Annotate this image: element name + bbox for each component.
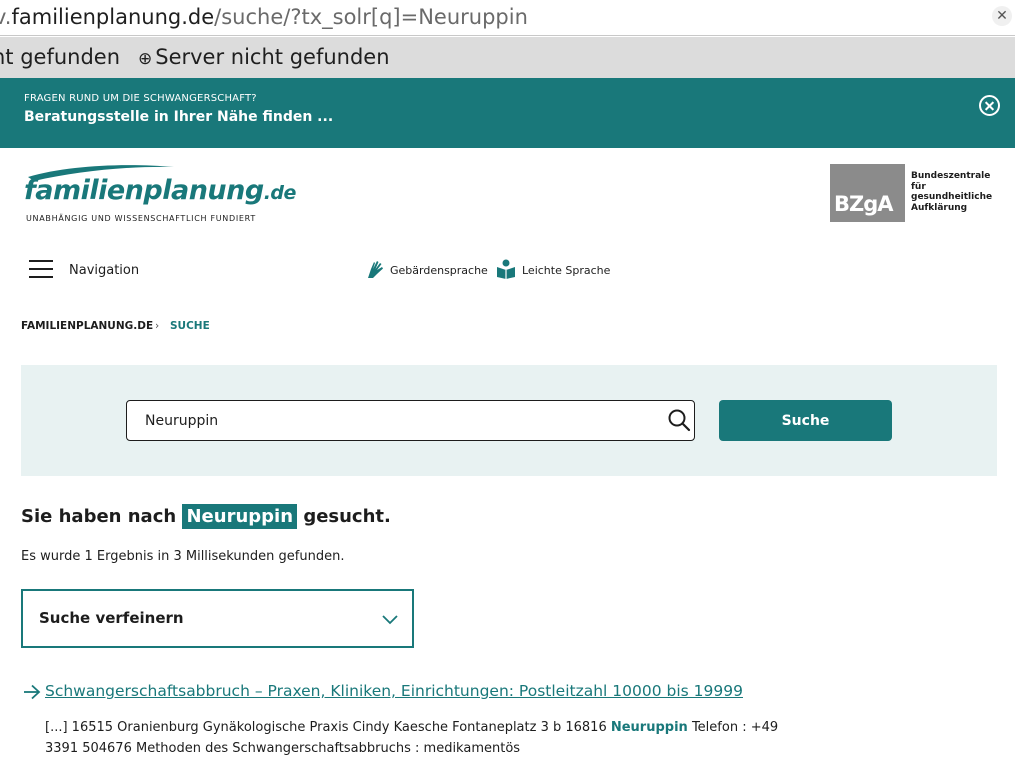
bzga-line: Aufklärung <box>911 202 968 213</box>
bzga-line: Bundeszentrale <box>911 171 991 181</box>
easy-language-icon <box>497 259 515 279</box>
arrow-right-icon <box>24 684 41 700</box>
globe-icon: ⊕ <box>138 49 153 69</box>
banner-question: FRAGEN RUND UM DIE SCHWANGERSCHAFT? <box>24 93 257 104</box>
navigation-button[interactable]: Navigation <box>69 263 139 278</box>
browser-tab-1[interactable]: nt gefunden <box>0 45 120 69</box>
bzga-name: Bundeszentrale für gesundheitliche Aufkl… <box>911 171 992 213</box>
banner-link[interactable]: Beratungsstelle in Ihrer Nähe finden ... <box>24 109 333 125</box>
browser-tab-2[interactable]: ⊕ Server nicht gefunden <box>138 45 390 69</box>
url-host: familienplanung.de <box>11 5 215 29</box>
url-text[interactable]: v.familienplanung.de/suche/?tx_solr[q]=N… <box>0 5 528 29</box>
breadcrumb-current: SUCHE <box>170 320 210 332</box>
breadcrumb-home[interactable]: FAMILIENPLANUNG.DE <box>21 320 153 332</box>
logo-tld: .de <box>263 182 297 204</box>
snippet-before: [...] 16515 Oranienburg Gynäkologische P… <box>45 720 607 735</box>
bzga-logo[interactable]: BZgA <box>830 164 905 222</box>
logo-wordmark: familienplanung.de <box>24 175 296 206</box>
result-count: Es wurde 1 Ergebnis in 3 Millisekunden g… <box>21 549 345 564</box>
snippet-highlight: Neuruppin <box>610 720 688 735</box>
refine-search-dropdown[interactable]: Suche verfeinern <box>21 589 414 648</box>
refine-label: Suche verfeinern <box>39 609 184 627</box>
search-icon[interactable] <box>667 408 691 432</box>
chevron-down-icon <box>382 615 398 625</box>
sign-language-link[interactable]: Gebärdensprache <box>390 264 488 277</box>
heading-after: gesucht. <box>303 506 391 527</box>
search-button[interactable]: Suche <box>719 400 892 441</box>
result-heading: Sie haben nach Neuruppin gesucht. <box>21 504 391 529</box>
menu-icon[interactable] <box>29 260 53 278</box>
result-title-link[interactable]: Schwangerschaftsabbruch – Praxen, Klinik… <box>45 682 743 700</box>
url-prefix: v. <box>0 5 12 29</box>
bzga-line: gesundheitliche <box>911 192 993 202</box>
heading-before: Sie haben nach <box>21 506 177 527</box>
browser-tab-bar: nt gefunden ⊕ Server nicht gefunden <box>0 37 1015 78</box>
url-path: /suche/?tx_solr[q]=Neuruppin <box>214 5 528 29</box>
sign-language-icon <box>368 261 383 278</box>
info-banner: FRAGEN RUND UM DIE SCHWANGERSCHAFT? Bera… <box>0 78 1015 148</box>
breadcrumb-separator-icon: › <box>155 320 160 332</box>
site-logo[interactable]: familienplanung.de UNABHÄNGIG UND WISSEN… <box>24 163 296 228</box>
browser-url-bar[interactable]: v.familienplanung.de/suche/?tx_solr[q]=N… <box>0 0 1015 36</box>
close-icon[interactable]: ✕ <box>992 6 1012 26</box>
logo-tagline: UNABHÄNGIG UND WISSENSCHAFTLICH FUNDIERT <box>26 214 256 223</box>
bzga-mark: BZgA <box>834 192 894 216</box>
result-snippet: [...] 16515 Oranienburg Gynäkologische P… <box>45 717 785 759</box>
bzga-line: für <box>911 181 926 192</box>
easy-language-link[interactable]: Leichte Sprache <box>522 264 610 277</box>
heading-term: Neuruppin <box>182 504 298 529</box>
search-input[interactable] <box>126 400 695 441</box>
banner-close-icon[interactable] <box>979 95 1000 116</box>
logo-main: familienplanung <box>24 175 264 206</box>
browser-tab-2-label: Server nicht gefunden <box>155 45 390 69</box>
